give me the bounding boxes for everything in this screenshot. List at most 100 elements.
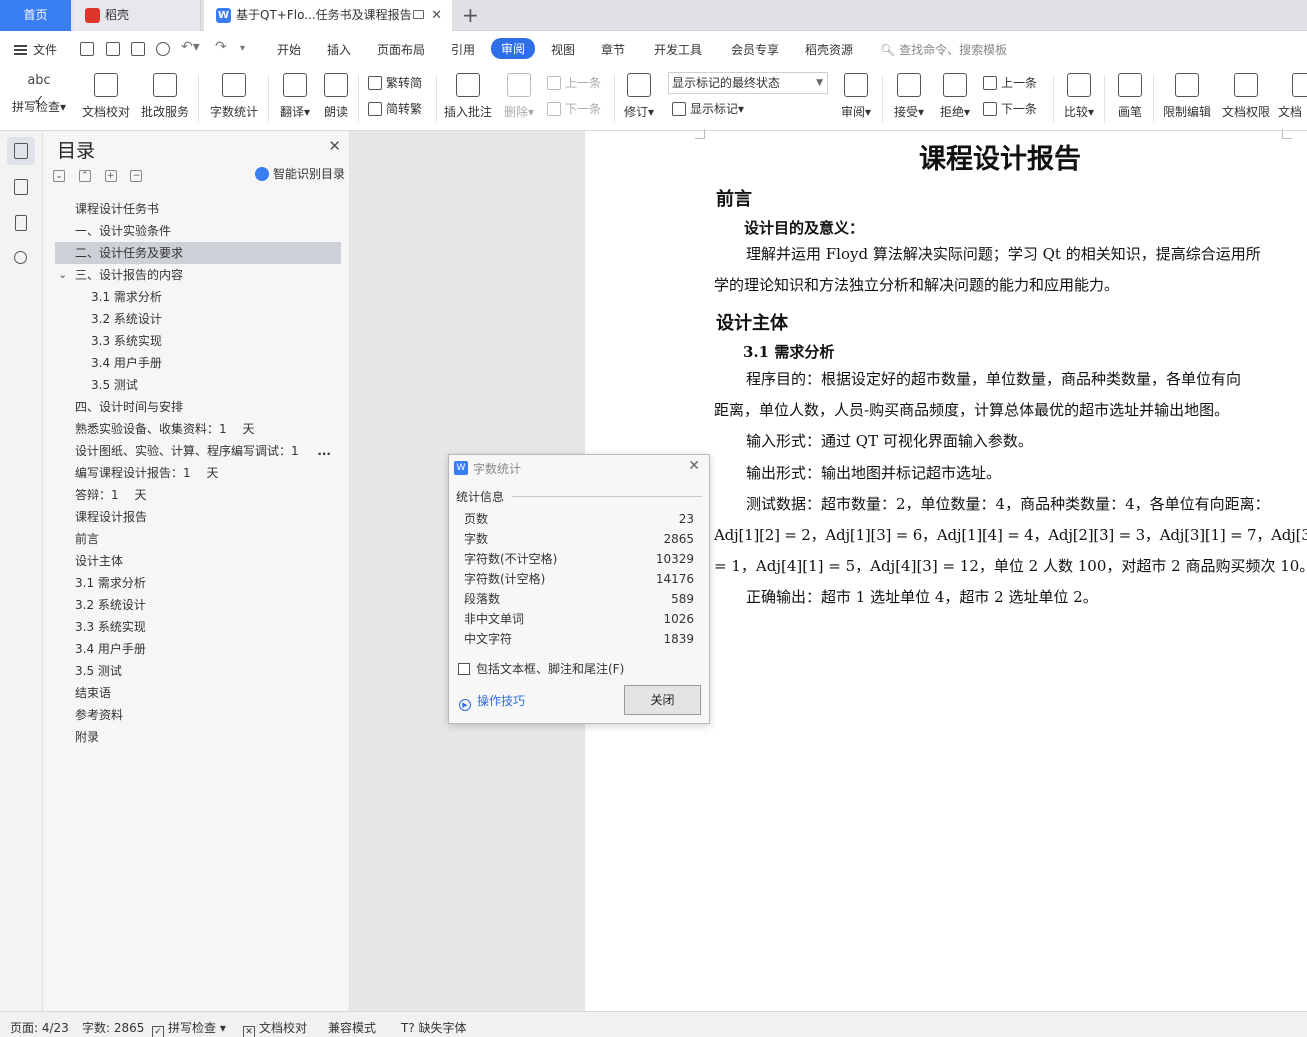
word-count-indicator[interactable]: 字数: 2865 <box>82 1019 144 1036</box>
word-count-button[interactable]: 字数统计 <box>208 67 260 131</box>
read-aloud-label: 朗读 <box>323 105 348 119</box>
toc-item[interactable]: 前言 <box>55 528 341 550</box>
menu-page-layout[interactable]: 页面布局 <box>377 41 425 58</box>
toc-item[interactable]: 3.3 系统实现 <box>55 330 341 352</box>
toc-item[interactable]: 课程设计任务书 <box>55 198 341 220</box>
redo-icon[interactable]: ↷ <box>215 39 227 55</box>
translate-button[interactable]: 翻译▾ <box>277 67 313 131</box>
toc-item[interactable]: 附录 <box>55 726 341 748</box>
toc-item[interactable]: 一、设计实验条件 <box>55 220 341 242</box>
restrict-edit-button[interactable]: 限制编辑 <box>1160 67 1214 131</box>
tab-home[interactable]: 首页 <box>0 0 71 31</box>
compare-button[interactable]: 比较▾ <box>1060 67 1098 131</box>
smart-toc-button[interactable]: 智能识别目录 <box>254 165 345 182</box>
menu-daoke-resources[interactable]: 稻壳资源 <box>805 41 853 58</box>
next-change-button[interactable]: 下一条 <box>983 100 1037 117</box>
toc-item[interactable]: 3.3 系统实现 <box>55 616 341 638</box>
menu-review[interactable]: 审阅 <box>491 38 536 59</box>
doc-permission-button[interactable]: 文档权限 <box>1220 67 1272 131</box>
doc-proof-status[interactable]: ✕ 文档校对 <box>243 1019 307 1037</box>
compat-mode-status[interactable]: 兼容模式 <box>328 1019 376 1036</box>
toc-item[interactable]: 设计图纸、实验、计算、程序编写调试：1... <box>55 440 341 462</box>
toc-item[interactable]: ⌄ 三、设计报告的内容 <box>55 264 341 286</box>
review-pane-button[interactable]: 审阅▾ <box>837 67 875 131</box>
toc-item[interactable]: 3.4 用户手册 <box>55 638 341 660</box>
file-menu[interactable]: 文件 <box>14 41 57 58</box>
toc-item[interactable]: 设计主体 <box>55 550 341 572</box>
find-nav-button[interactable] <box>7 245 35 273</box>
next-comment-button[interactable]: 下一条 <box>547 100 601 117</box>
quick-access-dropdown-icon[interactable]: ▾ <box>240 43 245 54</box>
trad-to-simp-button[interactable]: 繁转简 <box>368 74 422 91</box>
prev-change-button[interactable]: 上一条 <box>983 74 1037 91</box>
doc-proof-button[interactable]: 文档校对 <box>80 67 132 131</box>
monitor-icon[interactable] <box>413 10 424 19</box>
collapse-all-icon[interactable]: ⌄ <box>53 170 65 182</box>
dialog-titlebar[interactable]: W 字数统计 ✕ <box>449 455 709 481</box>
toc-item[interactable]: 3.2 系统设计 <box>55 594 341 616</box>
toc-item[interactable]: 3.1 需求分析 <box>55 572 341 594</box>
toc-item[interactable]: 3.5 测试 <box>55 374 341 396</box>
menu-insert[interactable]: 插入 <box>327 41 351 58</box>
close-button[interactable]: 关闭 <box>624 685 701 715</box>
revise-service-button[interactable]: 批改服务 <box>139 67 191 131</box>
include-textbox-checkbox[interactable]: 包括文本框、脚注和尾注(F) <box>458 660 624 677</box>
menu-start[interactable]: 开始 <box>277 41 301 58</box>
close-tab-icon[interactable]: ✕ <box>431 0 442 31</box>
show-markup-button[interactable]: 显示标记▾ <box>672 100 744 117</box>
command-search[interactable]: 🔍︎ 查找命令、搜索模板 <box>880 41 1007 58</box>
chevron-down-icon[interactable]: ⌄ <box>58 264 67 286</box>
menu-developer[interactable]: 开发工具 <box>654 41 702 58</box>
undo-icon[interactable]: ↶▾ <box>181 39 200 55</box>
more-icon[interactable]: ... <box>317 440 331 462</box>
toc-item[interactable]: 3.2 系统设计 <box>55 308 341 330</box>
missing-font-status[interactable]: T? 缺失字体 <box>401 1019 467 1036</box>
menu-member[interactable]: 会员专享 <box>731 41 779 58</box>
reject-button[interactable]: 拒绝▾ <box>936 67 974 131</box>
read-aloud-button[interactable]: 朗读 <box>320 67 352 131</box>
simp-to-trad-button[interactable]: 简转繁 <box>368 100 422 117</box>
prev-comment-button[interactable]: 上一条 <box>547 74 601 91</box>
toc-item[interactable]: 3.1 需求分析 <box>55 286 341 308</box>
tab-daoke[interactable]: 稻壳 <box>73 0 201 31</box>
bookmark-nav-button[interactable] <box>7 209 35 237</box>
toc-item[interactable]: 二、设计任务及要求 <box>55 242 341 264</box>
expand-all-icon[interactable]: ⌃ <box>78 170 91 182</box>
markup-state-select[interactable]: 显示标记的最终状态 ▼ <box>668 72 828 94</box>
print-icon[interactable] <box>131 42 145 56</box>
add-heading-icon[interactable]: + <box>104 170 117 182</box>
accept-button[interactable]: 接受▾ <box>890 67 928 131</box>
toc-item[interactable]: 3.4 用户手册 <box>55 352 341 374</box>
spell-check-button[interactable]: abc ✓ 拼写检查▾ <box>6 67 72 131</box>
toc-item[interactable]: 课程设计报告 <box>55 506 341 528</box>
delete-comment-button[interactable]: 删除▾ <box>501 67 537 131</box>
doc-more-button[interactable]: 文档 <box>1278 67 1307 131</box>
add-tab-icon[interactable]: + <box>462 0 479 30</box>
toc-item[interactable]: 熟悉实验设备、收集资料：1 天 <box>55 418 341 440</box>
save-icon[interactable] <box>80 42 94 56</box>
insert-comment-button[interactable]: 插入批注 <box>442 67 494 131</box>
export-pdf-icon[interactable] <box>106 42 120 56</box>
chapter-nav-button[interactable] <box>7 173 35 201</box>
close-icon[interactable]: ✕ <box>328 137 341 155</box>
menu-chapter[interactable]: 章节 <box>601 41 625 58</box>
close-icon[interactable]: ✕ <box>688 458 700 474</box>
toc-item[interactable]: 编写课程设计报告：1 天 <box>55 462 341 484</box>
toc-item[interactable]: 答辩：1 天 <box>55 484 341 506</box>
pen-button[interactable]: 画笔 <box>1113 67 1147 131</box>
toc-item[interactable]: 3.5 测试 <box>55 660 341 682</box>
print-preview-icon[interactable] <box>156 42 170 56</box>
menu-references[interactable]: 引用 <box>451 41 475 58</box>
toc-nav-button[interactable] <box>7 137 35 165</box>
page-indicator[interactable]: 页面: 4/23 <box>10 1019 69 1036</box>
tab-document[interactable]: W 基于QT+Flo...任务书及课程报告 ✕ <box>204 0 452 31</box>
remove-heading-icon[interactable]: − <box>130 170 143 182</box>
toc-item[interactable]: 参考资料 <box>55 704 341 726</box>
tips-link[interactable]: ▶ 操作技巧 <box>459 692 525 711</box>
menu-view[interactable]: 视图 <box>551 41 575 58</box>
spell-check-status[interactable]: ✓ 拼写检查 ▾ <box>152 1019 226 1037</box>
track-changes-button[interactable]: 修订▾ <box>620 67 658 131</box>
toc-item[interactable]: 结束语 <box>55 682 341 704</box>
toc-item-label: 3.2 系统设计 <box>75 598 146 612</box>
toc-item[interactable]: 四、设计时间与安排 <box>55 396 341 418</box>
